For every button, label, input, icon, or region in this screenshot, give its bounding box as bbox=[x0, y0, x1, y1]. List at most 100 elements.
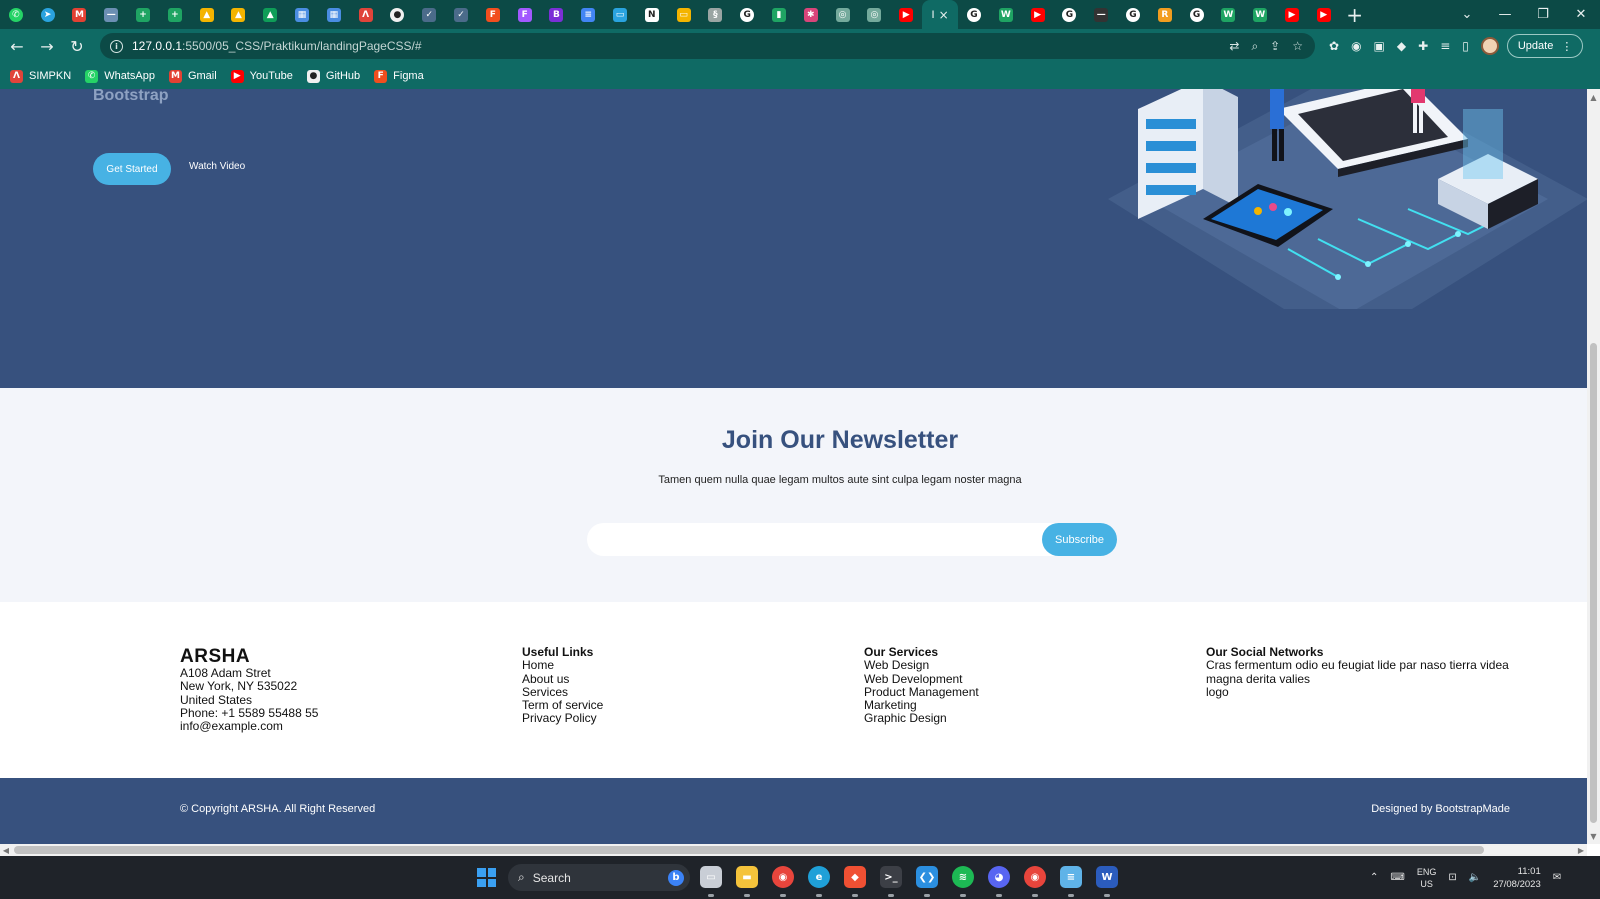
tab[interactable]: ▲ bbox=[254, 0, 286, 29]
keyboard-icon[interactable]: ⌨ bbox=[1390, 872, 1404, 883]
bookmark-star-icon[interactable]: ☆ bbox=[1292, 39, 1303, 54]
tab[interactable]: + bbox=[127, 0, 159, 29]
footer-link[interactable]: About us bbox=[522, 672, 603, 686]
camera-icon[interactable]: ◉ bbox=[1351, 39, 1361, 53]
tab[interactable]: ✆ bbox=[0, 0, 32, 29]
service-item[interactable]: Web Development bbox=[864, 672, 979, 686]
new-tab-button[interactable]: + bbox=[1340, 0, 1370, 29]
back-button[interactable]: ← bbox=[4, 33, 30, 59]
profile-avatar[interactable] bbox=[1480, 37, 1499, 55]
tab[interactable]: R bbox=[1149, 0, 1181, 29]
tab[interactable]: ◎ bbox=[859, 0, 891, 29]
tab[interactable]: + bbox=[159, 0, 191, 29]
bookmark-simpkn[interactable]: Λ SIMPKN bbox=[10, 69, 71, 83]
tab[interactable]: ▦ bbox=[318, 0, 350, 29]
tab[interactable]: M bbox=[64, 0, 96, 29]
tab[interactable]: F bbox=[509, 0, 541, 29]
tab[interactable]: ▮ bbox=[763, 0, 795, 29]
clock[interactable]: 11:01 27/08/2023 bbox=[1493, 865, 1541, 891]
extension-diamond-icon[interactable]: ◆ bbox=[1397, 39, 1406, 53]
task-view-icon[interactable]: ▭ bbox=[700, 866, 722, 888]
horizontal-scrollbar[interactable]: ◀ ▶ bbox=[0, 844, 1587, 856]
git-icon[interactable]: ◆ bbox=[844, 866, 866, 888]
tab[interactable]: § bbox=[700, 0, 732, 29]
tab[interactable]: ▶ bbox=[890, 0, 922, 29]
tab-search-dropdown-icon[interactable]: ⌄ bbox=[1448, 0, 1486, 29]
language-indicator[interactable]: ENG US bbox=[1417, 866, 1437, 890]
service-item[interactable]: Web Design bbox=[864, 658, 979, 672]
tab[interactable]: ▶ bbox=[1308, 0, 1340, 29]
tab[interactable]: B bbox=[541, 0, 573, 29]
watch-video-link[interactable]: Watch Video bbox=[189, 161, 245, 172]
tab[interactable]: W bbox=[1212, 0, 1244, 29]
tab[interactable]: ✱ bbox=[795, 0, 827, 29]
discord-icon[interactable]: ◕ bbox=[988, 866, 1010, 888]
service-item[interactable]: Product Management bbox=[864, 685, 979, 699]
file-explorer-icon[interactable]: ▬ bbox=[736, 866, 758, 888]
share-icon[interactable]: ⇪ bbox=[1270, 39, 1280, 54]
tab[interactable]: N bbox=[636, 0, 668, 29]
bookmark-youtube[interactable]: ▶ YouTube bbox=[230, 69, 293, 83]
tab[interactable]: ▭ bbox=[604, 0, 636, 29]
chrome-profile-icon[interactable]: ◉ bbox=[1024, 866, 1046, 888]
extensions-puzzle-icon[interactable]: ✚ bbox=[1418, 39, 1428, 53]
horizontal-scroll-thumb[interactable] bbox=[14, 846, 1484, 854]
volume-icon[interactable]: 🔈 bbox=[1469, 872, 1481, 883]
edge-icon[interactable]: e bbox=[808, 866, 830, 888]
tab[interactable]: ≡ bbox=[572, 0, 604, 29]
vertical-scrollbar[interactable]: ▲ ▼ bbox=[1587, 89, 1600, 844]
notification-icon[interactable]: ✉ bbox=[1553, 872, 1561, 883]
tab[interactable]: G bbox=[1117, 0, 1149, 29]
tab[interactable]: G bbox=[958, 0, 990, 29]
tab[interactable]: ▶ bbox=[1276, 0, 1308, 29]
tab[interactable]: W bbox=[990, 0, 1022, 29]
scroll-up-icon[interactable]: ▲ bbox=[1587, 91, 1600, 103]
extension-book-icon[interactable]: ▣ bbox=[1374, 39, 1385, 53]
footer-link[interactable]: Term of service bbox=[522, 698, 603, 712]
tab[interactable]: W bbox=[1244, 0, 1276, 29]
reload-button[interactable]: ↻ bbox=[64, 33, 90, 59]
network-icon[interactable]: ⊡ bbox=[1448, 872, 1456, 883]
bookmark-github[interactable]: ● GitHub bbox=[306, 69, 360, 83]
bookmark-whatsapp[interactable]: ✆ WhatsApp bbox=[85, 69, 155, 83]
minimize-button[interactable]: — bbox=[1486, 0, 1524, 29]
tab[interactable]: ▦ bbox=[286, 0, 318, 29]
tab[interactable]: G bbox=[1054, 0, 1086, 29]
vertical-scroll-thumb[interactable] bbox=[1590, 343, 1597, 823]
tab[interactable]: — bbox=[1085, 0, 1117, 29]
zoom-icon[interactable]: ⌕ bbox=[1251, 39, 1258, 54]
tab[interactable]: G bbox=[731, 0, 763, 29]
tab[interactable]: ✓ bbox=[445, 0, 477, 29]
tab[interactable]: ▭ bbox=[668, 0, 700, 29]
bing-icon[interactable]: b bbox=[668, 869, 684, 886]
service-item[interactable]: Graphic Design bbox=[864, 712, 979, 726]
tab[interactable]: ▶ bbox=[1022, 0, 1054, 29]
taskbar-search[interactable]: ⌕ Search b bbox=[508, 864, 690, 891]
vscode-icon[interactable]: ❮❯ bbox=[916, 866, 938, 888]
tab-close-icon[interactable]: × bbox=[939, 8, 949, 22]
get-started-button[interactable]: Get Started bbox=[93, 153, 171, 185]
spotify-icon[interactable]: ≋ bbox=[952, 866, 974, 888]
address-bar[interactable]: i 127.0.0.1:5500/05_CSS/Praktikum/landin… bbox=[100, 33, 1315, 59]
scroll-left-icon[interactable]: ◀ bbox=[0, 844, 12, 856]
tab[interactable]: ● bbox=[382, 0, 414, 29]
service-item[interactable]: Marketing bbox=[864, 698, 979, 712]
site-info-icon[interactable]: i bbox=[110, 39, 123, 53]
tab[interactable]: ✓ bbox=[413, 0, 445, 29]
close-window-button[interactable]: ✕ bbox=[1562, 0, 1600, 29]
tab[interactable]: ➤ bbox=[32, 0, 64, 29]
footer-link[interactable]: Home bbox=[522, 658, 603, 672]
terminal-icon[interactable]: >_ bbox=[880, 866, 902, 888]
tab[interactable]: ▲ bbox=[191, 0, 223, 29]
active-tab[interactable]: I × bbox=[922, 0, 959, 29]
notepad-icon[interactable]: ≡ bbox=[1060, 866, 1082, 888]
translate-icon[interactable]: ⇄ bbox=[1229, 39, 1239, 54]
bookmark-figma[interactable]: F Figma bbox=[374, 69, 424, 83]
word-icon[interactable]: W bbox=[1096, 866, 1118, 888]
forward-button[interactable]: → bbox=[34, 33, 60, 59]
update-button[interactable]: Update ⋮ bbox=[1506, 34, 1584, 58]
scroll-right-icon[interactable]: ▶ bbox=[1575, 844, 1587, 856]
url-text[interactable]: 127.0.0.1:5500/05_CSS/Praktikum/landingP… bbox=[132, 39, 422, 53]
side-panel-icon[interactable]: ▯ bbox=[1462, 39, 1469, 53]
tab[interactable]: F bbox=[477, 0, 509, 29]
